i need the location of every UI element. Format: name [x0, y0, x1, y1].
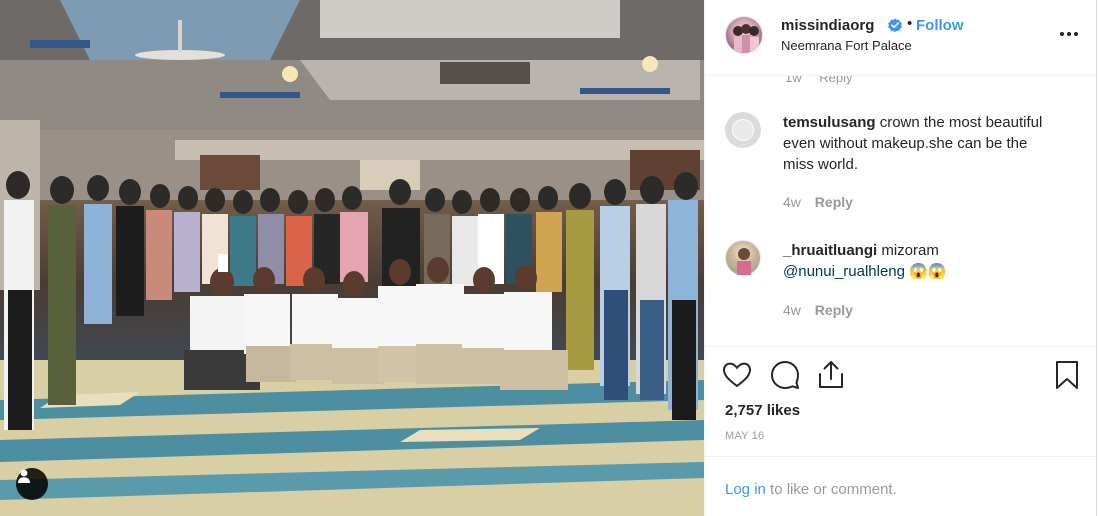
comment-icon[interactable]: [769, 359, 801, 391]
post-header: missindiaorg • Follow Neemrana Fort Pala…: [705, 0, 1096, 76]
comment-text: temsulusang crown the most beautiful eve…: [783, 112, 1053, 175]
separator-dot: •: [907, 15, 913, 32]
more-horizontal-icon[interactable]: [1057, 24, 1081, 44]
heart-icon[interactable]: [721, 359, 753, 391]
comment-mention[interactable]: @nunui_rualhleng: [783, 263, 905, 280]
share-icon[interactable]: [815, 359, 847, 391]
user-icon: [17, 469, 31, 483]
login-prompt: Log in to like or comment.: [705, 456, 1096, 516]
comment-time: 4w: [783, 194, 801, 210]
post-date: MAY 16: [725, 430, 765, 442]
avatar-image: [733, 24, 759, 53]
login-text: Log in to like or comment.: [725, 481, 897, 498]
avatar-image: [737, 248, 751, 275]
post-location[interactable]: Neemrana Fort Palace: [781, 38, 912, 53]
bookmark-icon[interactable]: [1051, 359, 1083, 391]
follow-button[interactable]: Follow: [916, 17, 964, 34]
comment-time: 1w: [785, 76, 802, 85]
login-link[interactable]: Log in: [725, 481, 766, 498]
reply-button[interactable]: Reply: [819, 76, 852, 85]
group-photo-illustration: [0, 0, 704, 516]
login-rest-text: to like or comment.: [770, 481, 897, 498]
comment-avatar[interactable]: [725, 240, 761, 276]
comment-meta: 4w Reply: [783, 194, 853, 210]
comment-body: mizoram: [881, 242, 939, 259]
comment-emoji: 😱😱: [909, 263, 947, 280]
partial-comment-meta: 1w Reply: [785, 76, 867, 85]
tagged-users-button[interactable]: [16, 468, 48, 500]
comment-username[interactable]: temsulusang: [783, 114, 876, 131]
comment-time: 4w: [783, 302, 801, 318]
default-avatar-icon: [726, 113, 760, 147]
comment-meta: 4w Reply: [783, 302, 853, 318]
post-photo[interactable]: [0, 0, 704, 516]
post-username[interactable]: missindiaorg: [781, 17, 874, 34]
likes-count[interactable]: 2,757 likes: [725, 402, 800, 419]
post-side-panel: missindiaorg • Follow Neemrana Fort Pala…: [704, 0, 1097, 516]
verified-badge-icon: [888, 18, 902, 33]
comment-username[interactable]: _hruaitluangi: [783, 242, 877, 259]
comment-avatar[interactable]: [725, 112, 761, 148]
comments-list[interactable]: 1w Reply temsulusang crown the most beau…: [705, 76, 1096, 346]
post-actions: 2,757 likes MAY 16: [705, 346, 1096, 456]
profile-avatar[interactable]: [725, 16, 763, 54]
reply-button[interactable]: Reply: [815, 194, 853, 210]
comment-text: _hruaitluangi mizoram @nunui_rualhleng 😱…: [783, 240, 1053, 282]
reply-button[interactable]: Reply: [815, 302, 853, 318]
